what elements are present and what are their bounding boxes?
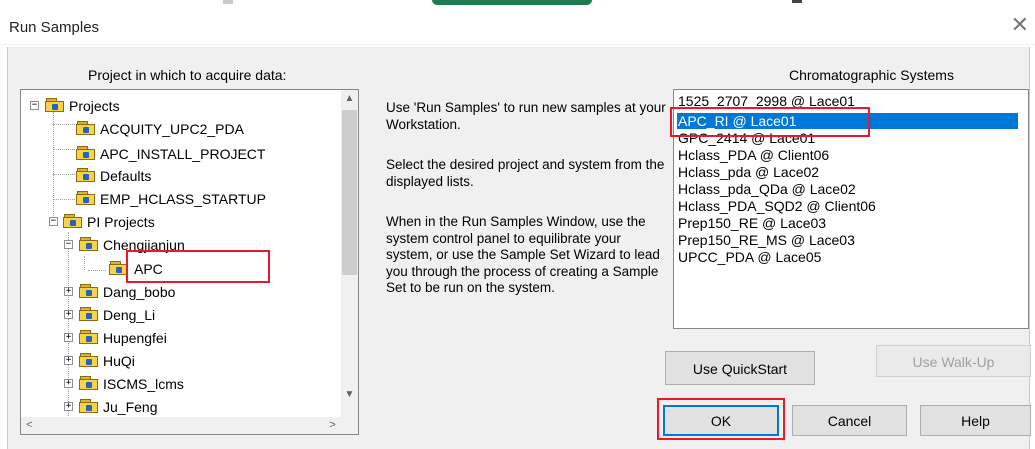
- folder-icon: [79, 237, 99, 252]
- tree-node-label: Defaults: [100, 168, 152, 184]
- background-artifact: [432, 0, 592, 5]
- close-icon[interactable]: ✕: [1011, 14, 1029, 36]
- scrollbar-corner: [341, 417, 358, 434]
- tree-vertical-scrollbar[interactable]: ▲ ▼: [341, 90, 358, 417]
- systems-heading: Chromatographic Systems: [789, 67, 954, 83]
- folder-icon: [76, 191, 96, 206]
- system-item[interactable]: Hclass_PDA @ Client06: [677, 147, 1018, 163]
- instructions-para-3: When in the Run Samples Window, use the …: [386, 214, 660, 295]
- tree-node-label: Projects: [69, 98, 120, 114]
- tree-line: [53, 174, 75, 175]
- system-item[interactable]: Prep150_RE @ Lace03: [677, 215, 1018, 231]
- system-item[interactable]: 1525_2707_2998 @ Lace01: [677, 93, 1018, 109]
- tree-line: [53, 124, 75, 125]
- expand-icon[interactable]: +: [64, 356, 73, 365]
- system-item[interactable]: Hclass_pda_QDa @ Lace02: [677, 181, 1018, 197]
- help-button[interactable]: Help: [920, 405, 1031, 436]
- folder-icon: [76, 121, 96, 136]
- instructions-para-1: Use 'Run Samples' to run new samples at …: [386, 100, 666, 132]
- window-title: Run Samples: [9, 19, 100, 36]
- folder-icon: [63, 214, 83, 229]
- tree-node-label: ISCMS_lcms: [103, 376, 184, 392]
- scroll-right-icon[interactable]: >: [324, 417, 341, 434]
- expand-icon[interactable]: +: [64, 379, 73, 388]
- ok-button[interactable]: OK: [663, 405, 779, 436]
- folder-icon: [79, 376, 99, 391]
- tree-node-label: Dang_bobo: [103, 284, 176, 300]
- scroll-down-icon[interactable]: ▼: [341, 386, 358, 403]
- expand-icon[interactable]: +: [64, 287, 73, 296]
- folder-icon: [76, 146, 96, 161]
- tree-node-label: EMP_HCLASS_STARTUP: [100, 191, 266, 207]
- folder-icon: [79, 353, 99, 368]
- system-item[interactable]: Prep150_RE_MS @ Lace03: [677, 232, 1018, 248]
- folder-icon: [79, 307, 99, 322]
- tree-node-label: Deng_Li: [103, 307, 156, 323]
- expand-icon[interactable]: +: [64, 402, 73, 411]
- folder-icon: [109, 261, 129, 276]
- title-divider: [0, 44, 1035, 45]
- scroll-up-icon[interactable]: ▲: [341, 90, 358, 107]
- system-item[interactable]: UPCC_PDA @ Lace05: [677, 249, 1018, 265]
- system-item[interactable]: GPC_2414 @ Lace01: [677, 130, 1018, 146]
- tree-line: [53, 199, 75, 200]
- tree-line: [88, 270, 106, 271]
- instructions-para-2: Select the desired project and system fr…: [386, 157, 665, 189]
- expand-icon[interactable]: +: [64, 310, 73, 319]
- tree-horizontal-scrollbar[interactable]: < >: [21, 417, 341, 434]
- folder-icon: [76, 168, 96, 183]
- tree-node-label: ACQUITY_UPC2_PDA: [100, 121, 244, 137]
- systems-list[interactable]: 1525_2707_2998 @ Lace01 APC_RI @ Lace01 …: [673, 89, 1029, 329]
- tree-node-label: PI Projects: [87, 214, 155, 230]
- project-tree[interactable]: − Projects ACQUITY_UPC2_PDA APC_INSTALL_…: [20, 89, 359, 435]
- title-bar: Run Samples ✕: [0, 0, 1035, 44]
- system-item-selected[interactable]: APC_RI @ Lace01: [677, 113, 1018, 129]
- background-artifact: [223, 0, 233, 4]
- collapse-icon[interactable]: −: [64, 240, 73, 249]
- tree-node-label: Chengjianjun: [103, 237, 185, 253]
- tree-node-label: Hupengfei: [103, 330, 167, 346]
- use-walkup-button[interactable]: Use Walk-Up: [876, 345, 1031, 377]
- system-item[interactable]: Hclass_PDA_SQD2 @ Client06: [677, 198, 1018, 214]
- tree-line: [53, 149, 75, 150]
- folder-icon: [45, 98, 65, 113]
- folder-icon: [79, 330, 99, 345]
- tree-line: [53, 112, 54, 220]
- folder-icon: [79, 284, 99, 299]
- tree-node-label: APC_INSTALL_PROJECT: [100, 146, 266, 162]
- tree-line: [68, 232, 69, 420]
- scroll-left-icon[interactable]: <: [21, 417, 38, 434]
- use-quickstart-button[interactable]: Use QuickStart: [665, 351, 815, 385]
- background-artifact: [792, 0, 802, 3]
- collapse-icon[interactable]: −: [30, 101, 39, 110]
- folder-icon: [79, 399, 99, 414]
- system-item[interactable]: Hclass_pda @ Lace02: [677, 164, 1018, 180]
- collapse-icon[interactable]: −: [49, 217, 58, 226]
- expand-icon[interactable]: +: [64, 333, 73, 342]
- cancel-button[interactable]: Cancel: [792, 405, 907, 436]
- project-heading: Project in which to acquire data:: [88, 67, 287, 83]
- tree-node-label: Ju_Feng: [103, 399, 158, 415]
- scrollbar-thumb[interactable]: [342, 110, 357, 275]
- tree-node-label: HuQi: [103, 353, 135, 369]
- tree-node-label: APC: [134, 261, 163, 277]
- tree-line: [84, 256, 85, 270]
